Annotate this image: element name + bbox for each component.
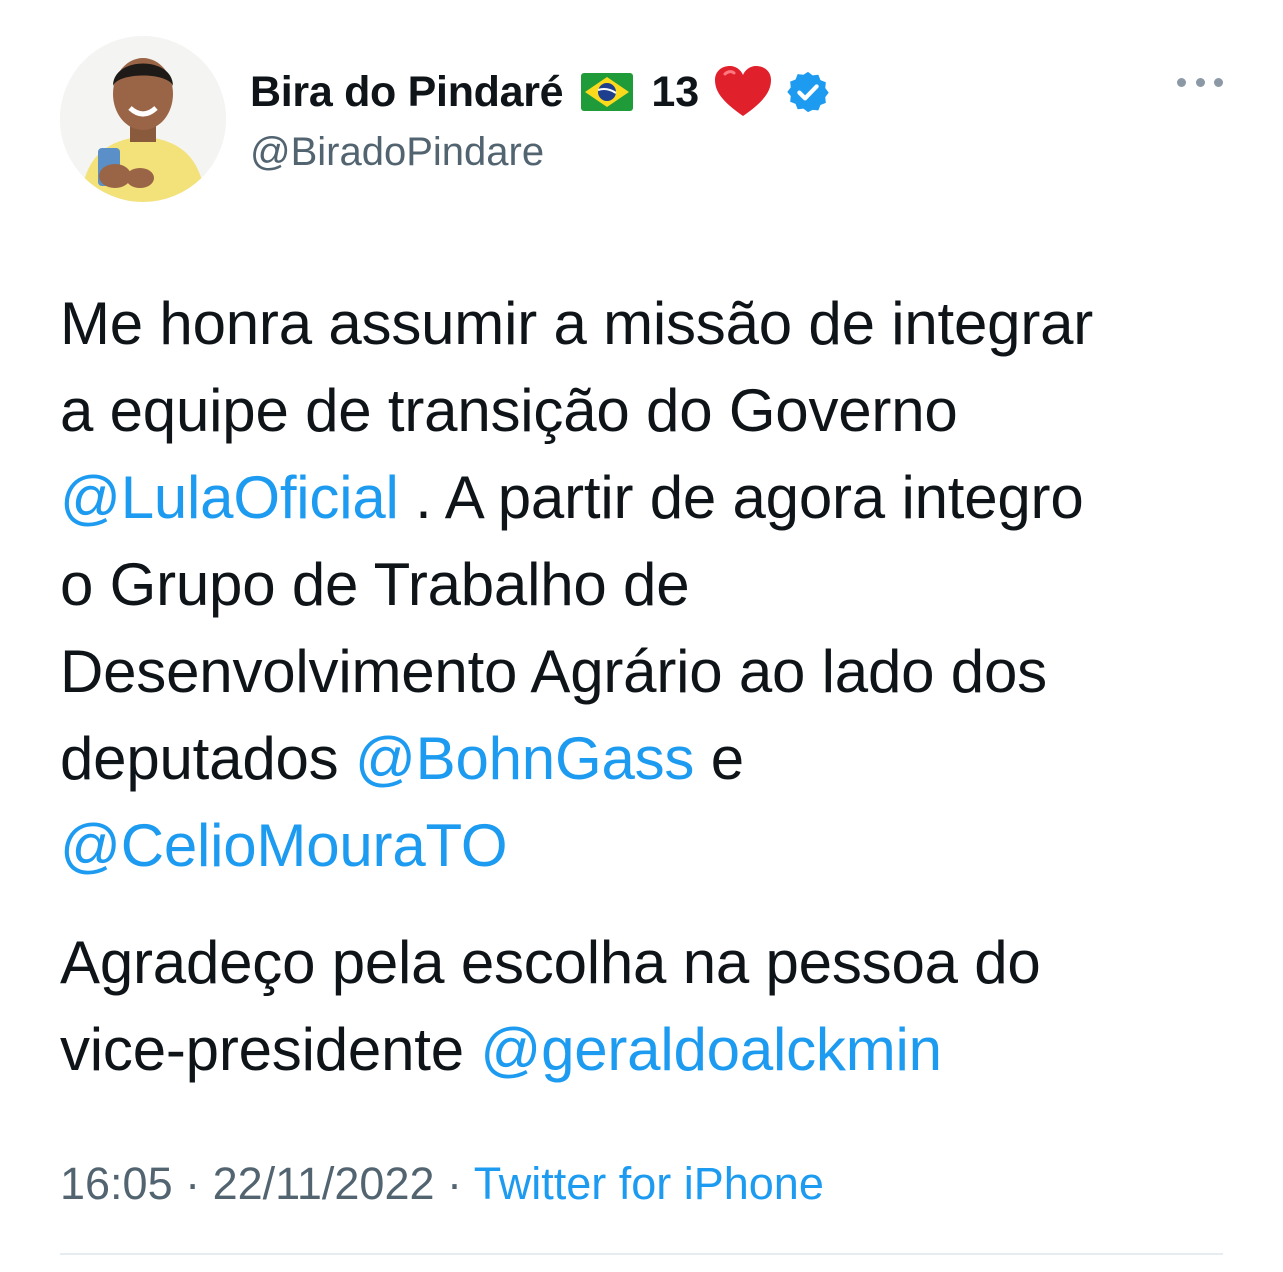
more-options-icon[interactable] [1177,72,1223,92]
tweet-paragraph-1: Me honra assumir a missão de integrar a … [60,280,1230,889]
mention-link[interactable]: @BohnGass [355,725,694,792]
text-line: Agradeço pela escolha na pessoa do [60,929,1041,996]
text-line: o Grupo de Trabalho de [60,551,690,618]
text-line: e [694,725,744,792]
text-line: . A partir de agora integro [398,464,1084,531]
verified-badge-icon [785,69,831,115]
red-heart-icon [713,64,773,120]
avatar[interactable] [60,36,226,202]
tweet-header: Bira do Pindaré 13 @BiradoPindare [60,36,1223,206]
separator: · [434,1158,474,1209]
text-line: deputados [60,725,355,792]
text-line: Me honra assumir a missão de integrar [60,290,1094,357]
divider [60,1253,1223,1255]
dot [1195,77,1205,87]
tweet-text: Me honra assumir a missão de integrar a … [60,280,1230,1093]
tweet-metadata: 16:05 · 22/11/2022 · Twitter for iPhone [60,1158,824,1210]
dot [1177,77,1186,87]
number-label: 13 [651,67,700,116]
mention-link[interactable]: @LulaOficial [60,464,399,531]
tweet-source-link[interactable]: Twitter for iPhone [474,1158,824,1209]
text-line: vice-presidente [60,1016,481,1083]
mention-link[interactable]: @geraldoalckmin [480,1016,942,1083]
separator: · [172,1158,213,1209]
display-name[interactable]: Bira do Pindaré [250,68,564,117]
mention-link[interactable]: @CelioMouraTO [60,812,508,879]
name-row: Bira do Pindaré 13 [250,62,831,122]
tweet-time[interactable]: 16:05 [60,1158,173,1209]
text-line: a equipe de transição do Governo [60,377,958,444]
dot [1214,77,1223,87]
tweet-paragraph-2: Agradeço pela escolha na pessoa do vice-… [60,919,1230,1093]
user-handle[interactable]: @BiradoPindare [250,130,544,175]
text-line: Desenvolvimento Agrário ao lado dos [60,638,1047,705]
tweet-date[interactable]: 22/11/2022 [213,1158,435,1209]
brazil-flag-icon [581,73,634,111]
